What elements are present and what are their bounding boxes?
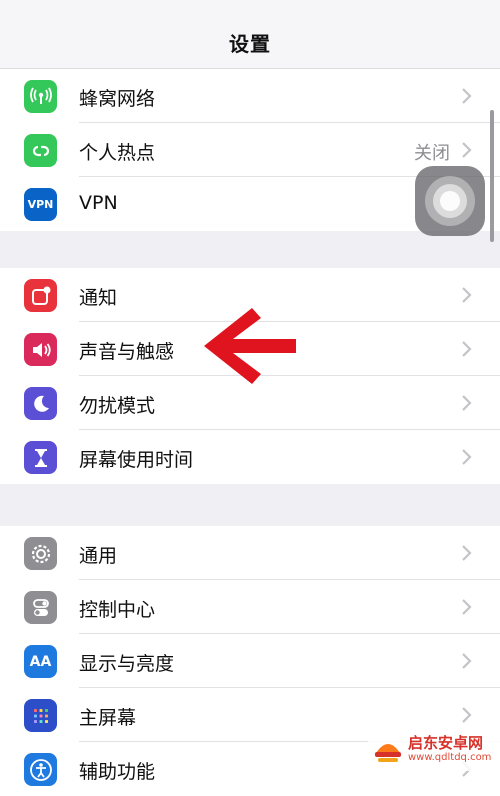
notifications-icon: [24, 279, 57, 312]
cellular-icon: [24, 80, 57, 113]
page-title: 设置: [229, 32, 271, 56]
chevron-right-icon: [462, 287, 472, 303]
chevron-right-icon: [462, 599, 472, 615]
gear-icon: [24, 537, 57, 570]
sound-icon: [24, 333, 57, 366]
settings-row-label: 显示与亮度: [79, 653, 175, 675]
assistive-touch-button[interactable]: [415, 166, 485, 236]
vpn-icon: VPN: [24, 188, 57, 221]
assistive-touch-center: [440, 191, 460, 211]
navigation-bar: 设置: [0, 0, 500, 69]
chevron-right-icon: [462, 707, 472, 723]
watermark-name: 启东安卓网: [408, 734, 484, 752]
moon-icon: [24, 387, 57, 420]
watermark-logo-icon: [375, 744, 401, 762]
chevron-right-icon: [462, 142, 472, 158]
watermark-url: www.qdltdq.com: [408, 752, 492, 763]
red-arrow-annotation: [204, 308, 296, 384]
chevron-right-icon: [462, 395, 472, 411]
chevron-right-icon: [462, 653, 472, 669]
chevron-right-icon: [462, 341, 472, 357]
settings-row-label: 勿扰模式: [79, 395, 156, 417]
settings-row-label: 蜂窝网络: [79, 88, 156, 110]
accessibility-icon: [24, 753, 57, 786]
settings-row-label: 屏幕使用时间: [79, 449, 194, 471]
settings-row-label: 通用: [79, 545, 118, 567]
settings-row-label: 控制中心: [79, 599, 156, 621]
settings-row-label: 个人热点: [79, 142, 156, 164]
settings-row-control-center[interactable]: 控制中心: [0, 580, 500, 634]
hotspot-icon: [24, 134, 57, 167]
chevron-right-icon: [462, 88, 472, 104]
settings-row-label: 主屏幕: [79, 707, 137, 729]
settings-row-general[interactable]: 通用: [0, 526, 500, 580]
settings-row-screen-time[interactable]: 屏幕使用时间: [0, 430, 500, 484]
hotspot-status: 关闭: [414, 143, 450, 164]
hourglass-icon: [24, 441, 57, 474]
chevron-right-icon: [462, 449, 472, 465]
settings-row-display[interactable]: AA 显示与亮度: [0, 634, 500, 688]
scrollbar[interactable]: [490, 110, 494, 242]
settings-row-label: 通知: [79, 287, 118, 309]
watermark: 启东安卓网 www.qdltdq.com: [368, 728, 500, 771]
settings-row-label: 声音与触感: [79, 341, 175, 363]
settings-row-cellular[interactable]: 蜂窝网络: [0, 69, 500, 123]
settings-row-label: VPN: [79, 192, 118, 214]
control-center-icon: [24, 591, 57, 624]
chevron-right-icon: [462, 545, 472, 561]
home-screen-icon: [24, 699, 57, 732]
display-icon: AA: [24, 645, 57, 678]
